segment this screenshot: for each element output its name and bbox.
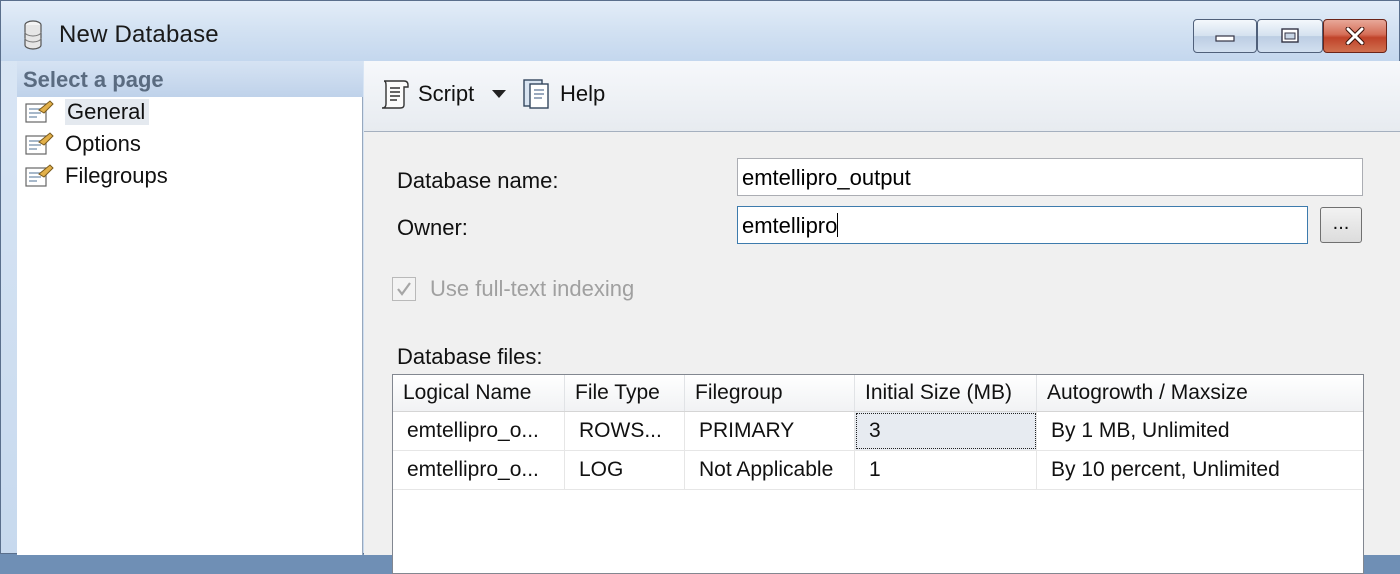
database-name-value: emtellipro_output: [742, 165, 911, 190]
title-bar[interactable]: New Database: [1, 1, 1399, 61]
toolbar: Script Help: [364, 61, 1400, 132]
page-wrench-icon: [25, 100, 54, 123]
cell-initial-size[interactable]: 3: [855, 412, 1037, 450]
table-row[interactable]: emtellipro_o... ROWS... PRIMARY 3 By 1 M…: [393, 412, 1363, 451]
page-item-filegroups[interactable]: Filegroups: [23, 161, 168, 191]
text-caret: [837, 213, 839, 237]
cell-file-type[interactable]: LOG: [565, 451, 685, 489]
close-button[interactable]: [1323, 19, 1387, 53]
cell-filegroup[interactable]: PRIMARY: [685, 412, 855, 450]
database-files-label: Database files:: [397, 344, 543, 369]
column-header-logical-name[interactable]: Logical Name: [393, 375, 565, 411]
cell-autogrowth[interactable]: By 10 percent, Unlimited: [1037, 451, 1363, 489]
fulltext-indexing-label: Use full-text indexing: [430, 276, 635, 301]
cell-initial-size[interactable]: 1: [855, 451, 1037, 489]
database-name-label: Database name:: [397, 168, 559, 193]
table-row[interactable]: emtellipro_o... LOG Not Applicable 1 By …: [393, 451, 1363, 490]
help-button[interactable]: Help: [520, 77, 605, 111]
owner-input[interactable]: emtellipro: [737, 206, 1308, 244]
database-name-input[interactable]: emtellipro_output: [737, 158, 1363, 196]
script-button[interactable]: Script: [378, 77, 474, 111]
owner-label: Owner:: [397, 215, 468, 240]
help-book-icon: [523, 79, 549, 109]
minimize-button[interactable]: [1193, 19, 1257, 53]
general-form: Database name: emtellipro_output Owner: …: [364, 131, 1400, 574]
page-item-general[interactable]: General: [23, 97, 150, 127]
column-header-filegroup[interactable]: Filegroup: [685, 375, 855, 411]
script-dropdown-button[interactable]: [489, 77, 515, 111]
cell-autogrowth[interactable]: By 1 MB, Unlimited: [1037, 412, 1363, 450]
close-icon: [1345, 27, 1365, 45]
help-button-label: Help: [560, 81, 606, 106]
select-page-header: Select a page: [17, 61, 363, 97]
cell-logical-name[interactable]: emtellipro_o...: [393, 451, 565, 489]
grid-header-row: Logical Name File Type Filegroup Initial…: [393, 375, 1363, 412]
page-item-options[interactable]: Options: [23, 129, 141, 159]
fulltext-indexing-checkbox[interactable]: [392, 277, 416, 301]
select-page-panel: Select a page General Options Filegroups: [17, 61, 363, 555]
owner-value: emtellipro: [742, 213, 838, 238]
checkmark-icon: [397, 282, 411, 296]
column-header-initial-size[interactable]: Initial Size (MB): [855, 375, 1037, 411]
cell-file-type[interactable]: ROWS...: [565, 412, 685, 450]
new-database-window: New Database Select a page General Optio…: [0, 0, 1400, 574]
page-wrench-icon: [25, 132, 54, 155]
chevron-down-icon: [492, 90, 506, 98]
cell-logical-name[interactable]: emtellipro_o...: [393, 412, 565, 450]
page-item-label: Options: [65, 131, 141, 156]
owner-browse-button[interactable]: ...: [1320, 207, 1362, 243]
column-header-file-type[interactable]: File Type: [565, 375, 685, 411]
script-scroll-icon: [381, 80, 409, 109]
window-title: New Database: [59, 21, 219, 48]
script-button-label: Script: [418, 81, 475, 106]
general-page-content: Script Help Database name: emtellipro_ou…: [364, 61, 1400, 574]
maximize-button[interactable]: [1257, 19, 1323, 53]
database-icon: [24, 20, 42, 50]
page-item-label: Filegroups: [65, 163, 168, 188]
page-wrench-icon: [25, 164, 54, 187]
database-files-grid: Logical Name File Type Filegroup Initial…: [392, 374, 1364, 574]
restore-icon: [1281, 28, 1299, 43]
page-item-label: General: [65, 99, 150, 125]
column-header-autogrowth[interactable]: Autogrowth / Maxsize: [1037, 375, 1363, 411]
cell-filegroup[interactable]: Not Applicable: [685, 451, 855, 489]
minimize-icon: [1215, 35, 1235, 42]
